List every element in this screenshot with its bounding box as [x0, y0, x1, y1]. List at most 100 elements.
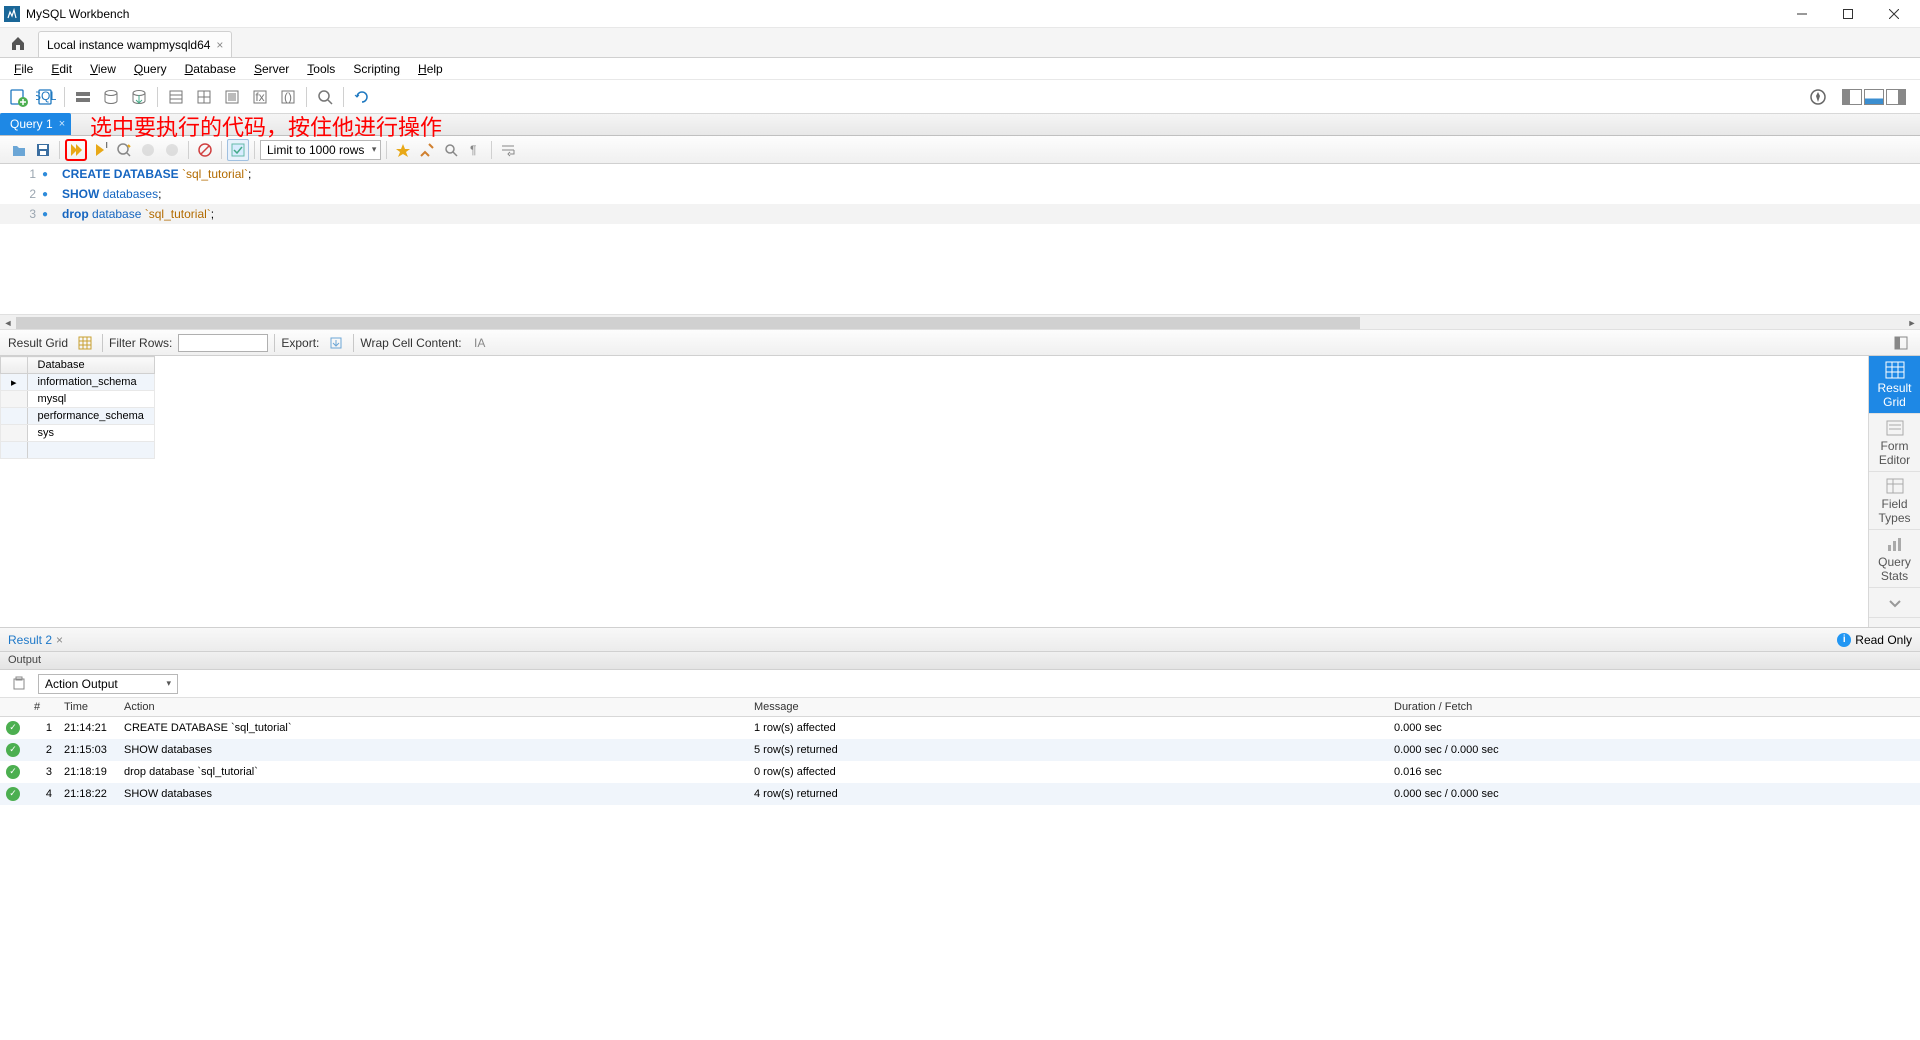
vtab-more[interactable]	[1869, 588, 1920, 618]
menu-help[interactable]: Help	[410, 60, 451, 78]
editor-hscrollbar[interactable]	[0, 314, 1920, 330]
window-title: MySQL Workbench	[26, 7, 1780, 21]
readonly-indicator: i Read Only	[1837, 633, 1912, 647]
search-button[interactable]	[313, 85, 337, 109]
table-row[interactable]: sys	[1, 425, 155, 442]
row-limit-combo[interactable]: Limit to 1000 rows	[260, 140, 381, 160]
panel-toggle-right[interactable]	[1886, 89, 1906, 105]
menu-tools[interactable]: Tools	[299, 60, 343, 78]
app-icon	[4, 6, 20, 22]
table-button[interactable]	[192, 85, 216, 109]
procedure-button[interactable]: fx	[248, 85, 272, 109]
output-clear-icon[interactable]	[8, 673, 30, 695]
panel-toggle-bottom[interactable]	[1864, 89, 1884, 105]
connection-tab[interactable]: Local instance wampmysqld64 ×	[38, 31, 232, 57]
wrap-cell-icon[interactable]: IA	[468, 332, 490, 354]
data-export-button[interactable]	[127, 85, 151, 109]
new-sql-tab-button[interactable]	[6, 85, 30, 109]
info-icon: i	[1837, 633, 1851, 647]
query-tab-label: Query 1	[10, 117, 53, 131]
result-vertical-tabs: Result Grid Form Editor Field Types Quer…	[1868, 356, 1920, 627]
output-row[interactable]: ✓221:15:03SHOW databases5 row(s) returne…	[0, 739, 1920, 761]
menu-database[interactable]: Database	[177, 60, 244, 78]
open-sql-file-button[interactable]: SQL	[34, 85, 58, 109]
output-grid[interactable]: #TimeActionMessageDuration / Fetch✓121:1…	[0, 698, 1920, 805]
output-toolbar: Action Output	[0, 670, 1920, 698]
result-grid[interactable]: Database▸information_schemamysqlperforma…	[0, 356, 1868, 627]
result-body: Database▸information_schemamysqlperforma…	[0, 356, 1920, 628]
result-tabbar: Result 2 × i Read Only	[0, 628, 1920, 652]
code-line[interactable]: 3●drop database `sql_tutorial`;	[0, 204, 1920, 224]
code-line[interactable]: 1●CREATE DATABASE `sql_tutorial`;	[0, 164, 1920, 184]
view-button[interactable]	[220, 85, 244, 109]
server-admin-button[interactable]	[71, 85, 95, 109]
connection-tab-close[interactable]: ×	[216, 38, 223, 52]
window-maximize-button[interactable]	[1826, 0, 1870, 28]
connection-tab-label: Local instance wampmysqld64	[47, 38, 210, 52]
function-button[interactable]: ()	[276, 85, 300, 109]
reconnect-button[interactable]	[350, 85, 374, 109]
main-toolbar: SQL fx ()	[0, 80, 1920, 114]
table-row[interactable]: performance_schema	[1, 408, 155, 425]
execute-button[interactable]	[65, 139, 87, 161]
svg-text:¶: ¶	[470, 143, 476, 157]
code-line[interactable]: 2●SHOW databases;	[0, 184, 1920, 204]
result-tab-close[interactable]: ×	[56, 633, 63, 647]
svg-text:I: I	[105, 142, 108, 151]
panel-icon[interactable]	[1890, 332, 1912, 354]
stop-button[interactable]	[137, 139, 159, 161]
window-titlebar: MySQL Workbench	[0, 0, 1920, 28]
menu-query[interactable]: Query	[126, 60, 175, 78]
vtab-result-grid[interactable]: Result Grid	[1869, 356, 1920, 414]
wrap-label: Wrap Cell Content:	[360, 336, 461, 350]
menu-view[interactable]: View	[82, 60, 124, 78]
vtab-form-editor[interactable]: Form Editor	[1869, 414, 1920, 472]
export-icon[interactable]	[325, 332, 347, 354]
output-row[interactable]: ✓421:18:22SHOW databases4 row(s) returne…	[0, 783, 1920, 805]
schema-button[interactable]	[164, 85, 188, 109]
table-row[interactable]: ▸information_schema	[1, 374, 155, 391]
output-type-combo[interactable]: Action Output	[38, 674, 178, 694]
result-grid-icon[interactable]	[74, 332, 96, 354]
svg-text:IA: IA	[474, 336, 485, 350]
annotation-text: 选中要执行的代码，按住他进行操作	[90, 110, 442, 142]
menubar: File Edit View Query Database Server Too…	[0, 58, 1920, 80]
menu-server[interactable]: Server	[246, 60, 297, 78]
menu-file[interactable]: File	[6, 60, 41, 78]
svg-text:SQL: SQL	[36, 89, 56, 103]
result-toolbar: Result Grid Filter Rows: Export: Wrap Ce…	[0, 330, 1920, 356]
query-tabbar: Query 1 × 选中要执行的代码，按住他进行操作	[0, 114, 1920, 136]
output-row[interactable]: ✓321:18:19drop database `sql_tutorial`0 …	[0, 761, 1920, 783]
filter-label: Filter Rows:	[109, 336, 172, 350]
invisible-chars-icon[interactable]: ¶	[464, 139, 486, 161]
menu-edit[interactable]: Edit	[43, 60, 80, 78]
window-close-button[interactable]	[1872, 0, 1916, 28]
enterprise-icon[interactable]	[1806, 85, 1830, 109]
sql-editor[interactable]: 1●CREATE DATABASE `sql_tutorial`;2●SHOW …	[0, 164, 1920, 314]
vtab-query-stats[interactable]: Query Stats	[1869, 530, 1920, 588]
table-row[interactable]: mysql	[1, 391, 155, 408]
svg-text:fx: fx	[255, 90, 264, 104]
result-grid-label: Result Grid	[8, 336, 68, 350]
stop2-button[interactable]	[161, 139, 183, 161]
menu-scripting[interactable]: Scripting	[345, 60, 408, 78]
editor-toolbar: I Limit to 1000 rows ¶	[0, 136, 1920, 164]
output-panel-header: Output	[0, 652, 1920, 670]
query-tab[interactable]: Query 1 ×	[0, 113, 71, 135]
export-label: Export:	[281, 336, 319, 350]
connection-tabbar: Local instance wampmysqld64 ×	[0, 28, 1920, 58]
output-row[interactable]: ✓121:14:21CREATE DATABASE `sql_tutorial`…	[0, 717, 1920, 739]
query-tab-close[interactable]: ×	[59, 118, 65, 130]
window-minimize-button[interactable]	[1780, 0, 1824, 28]
wrap-icon[interactable]	[497, 139, 519, 161]
result-tab[interactable]: Result 2 ×	[8, 633, 63, 647]
filter-input[interactable]	[178, 334, 268, 352]
data-import-button[interactable]	[99, 85, 123, 109]
find-icon[interactable]	[440, 139, 462, 161]
home-tab[interactable]	[0, 29, 36, 57]
save-file-icon[interactable]	[32, 139, 54, 161]
svg-text:(): ()	[284, 90, 292, 104]
panel-toggle-left[interactable]	[1842, 89, 1862, 105]
vtab-field-types[interactable]: Field Types	[1869, 472, 1920, 530]
open-file-icon[interactable]	[8, 139, 30, 161]
